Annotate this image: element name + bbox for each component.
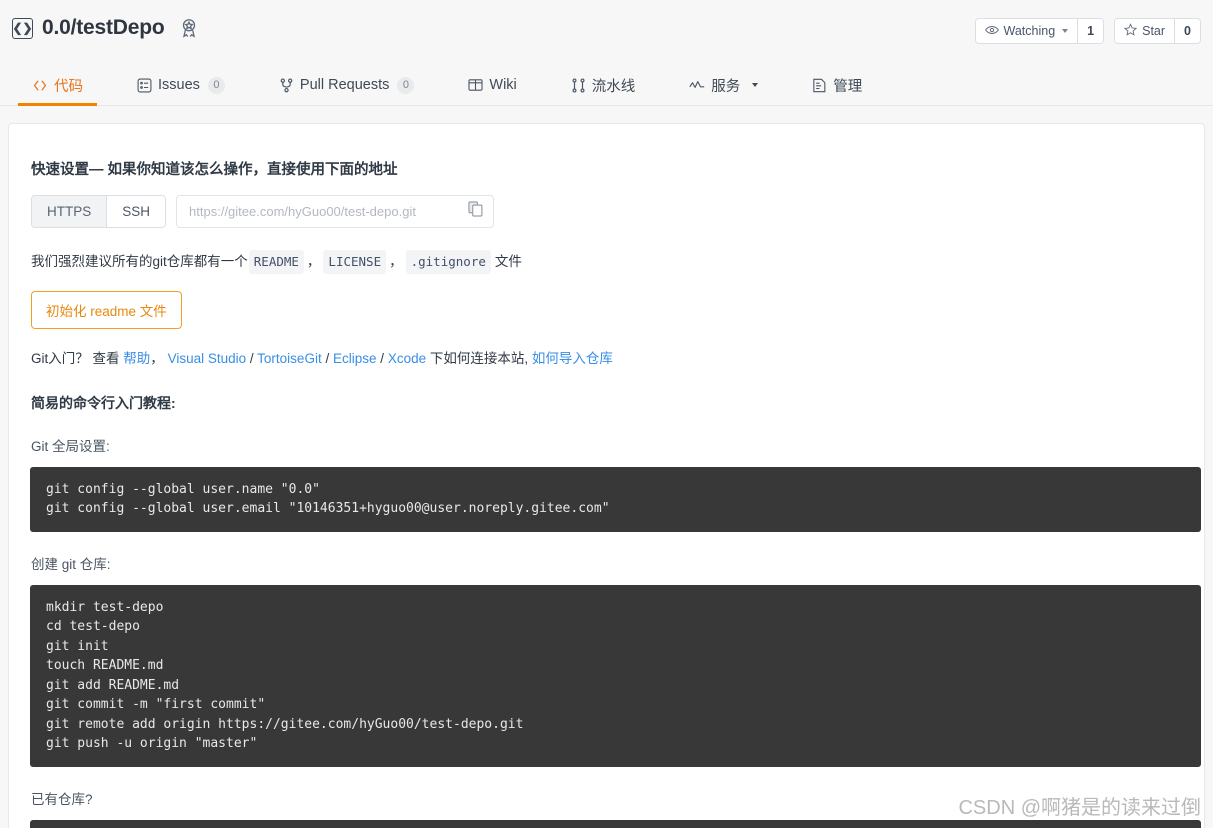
tab-wiki[interactable]: Wiki [454,65,530,105]
help-link[interactable]: 帮助 [123,351,150,366]
tab-pull-requests-label: Pull Requests [299,77,390,93]
pipeline-icon [571,77,586,93]
watching-label: Watching [1003,24,1056,38]
visual-studio-link[interactable]: Visual Studio [168,351,247,366]
issues-list-icon [137,78,152,93]
main-nav: 代码 Issues 0 Pull Requests 0 Wiki 流水线 服务 … [0,65,1213,106]
chevron-down-icon [752,83,759,87]
recommend-files-line: 我们强烈建议所有的git仓库都有一个 README ， LICENSE ， .g… [31,250,1182,274]
import-repo-link[interactable]: 如何导入仓库 [532,351,613,366]
git-help-intro: Git入门？ [31,351,89,366]
medal-badge-icon [164,17,200,39]
protocol-ssh-button[interactable]: SSH [106,196,166,227]
quick-setup-card: 快速设置— 如果你知道该怎么操作，直接使用下面的地址 HTTPS SSH htt… [8,123,1205,833]
tab-service-label: 服务 [711,78,741,95]
watching-count[interactable]: 1 [1077,19,1104,43]
code-text-global-config: git config --global user.name "0.0" git … [46,481,610,517]
settings-doc-icon [812,78,827,93]
slash-1: / [249,351,254,366]
star-button[interactable]: Star [1115,19,1175,43]
tab-issues-count: 0 [207,76,225,94]
page-root: ❮❯ 0.0/testDepo Watching 1 Star 0 代码 Iss… [0,0,1213,833]
tab-pipeline[interactable]: 流水线 [557,65,650,105]
tab-code[interactable]: 代码 [18,65,97,106]
star-button-group[interactable]: Star 0 [1114,18,1201,44]
chevron-down-icon [1062,29,1069,33]
tortoisegit-link[interactable]: TortoiseGit [257,351,322,366]
git-help-view: 查看 [92,351,120,366]
service-chart-icon [689,79,705,91]
code-block-create-repo[interactable]: mkdir test-depo cd test-depo git init to… [30,584,1201,767]
slash-2: / [325,351,330,366]
protocol-toggle-group: HTTPS SSH [31,195,167,228]
clone-url-value: https://gitee.com/hyGuo00/test-depo.git [189,204,416,219]
chip-readme: README [248,250,304,274]
star-icon [1124,23,1138,39]
watching-button[interactable]: Watching [975,19,1078,43]
header-actions: Watching 1 Star 0 [974,18,1201,44]
code-text-create-repo: mkdir test-depo cd test-depo git init to… [46,599,524,752]
tab-manage-label: 管理 [833,78,863,95]
eclipse-link[interactable]: Eclipse [333,351,377,366]
tab-code-label: 代码 [54,78,83,95]
tab-issues-label: Issues [158,77,200,93]
code-brackets-icon: ❮❯ [12,17,33,39]
star-count[interactable]: 0 [1174,19,1200,43]
quick-setup-title: 快速设置— 如果你知道该怎么操作，直接使用下面的地址 [31,162,398,178]
xcode-link[interactable]: Xcode [388,351,426,366]
page-title: 0.0/testDepo [42,16,165,39]
slash-3: / [380,351,385,366]
git-help-middle: 下如何连接本站, [429,351,529,366]
active-tab-underline [18,103,97,106]
tab-pipeline-label: 流水线 [591,78,636,95]
tab-pull-requests-count: 0 [397,76,415,94]
step-label-existing-repo: 已有仓库? [31,791,93,807]
init-readme-button[interactable]: 初始化 readme 文件 [31,291,182,329]
git-help-line: Git入门？ 查看 帮助， Visual Studio / TortoiseGi… [31,348,1182,370]
page-header: ❮❯ 0.0/testDepo Watching 1 Star 0 [0,0,1213,65]
pull-request-icon [279,78,294,93]
tab-issues[interactable]: Issues 0 [123,65,239,105]
book-icon [468,78,483,92]
recommend-comma-1: ， [306,254,321,270]
tab-service[interactable]: 服务 [675,65,772,105]
code-block-global-config[interactable]: git config --global user.name "0.0" git … [30,466,1201,532]
chip-license: LICENSE [323,250,387,274]
git-help-comma: ， [150,351,164,366]
recommend-prefix: 我们强烈建议所有的git仓库都有一个 [31,254,248,270]
clone-url-field[interactable]: https://gitee.com/hyGuo00/test-depo.git [176,195,495,228]
copy-icon[interactable] [468,201,483,222]
step-label-create-repo: 创建 git 仓库: [31,556,111,572]
tab-wiki-label: Wiki [489,77,517,93]
recommend-suffix: 文件 [494,254,522,270]
protocol-https-button[interactable]: HTTPS [32,196,107,227]
recommend-comma-2: ， [389,254,403,270]
chip-gitignore: .gitignore [405,250,491,274]
tab-pull-requests[interactable]: Pull Requests 0 [265,65,428,105]
bottom-strip [0,828,1213,833]
step-label-global-config: Git 全局设置: [31,438,110,454]
eye-icon [984,24,999,39]
watching-button-group[interactable]: Watching 1 [974,18,1105,44]
tutorial-heading: 简易的命令行入门教程: [31,394,176,411]
clone-url-row: HTTPS SSH https://gitee.com/hyGuo00/test… [31,195,1182,228]
tab-manage[interactable]: 管理 [798,65,876,105]
star-label: Star [1142,24,1166,38]
code-slash-icon [32,79,48,92]
